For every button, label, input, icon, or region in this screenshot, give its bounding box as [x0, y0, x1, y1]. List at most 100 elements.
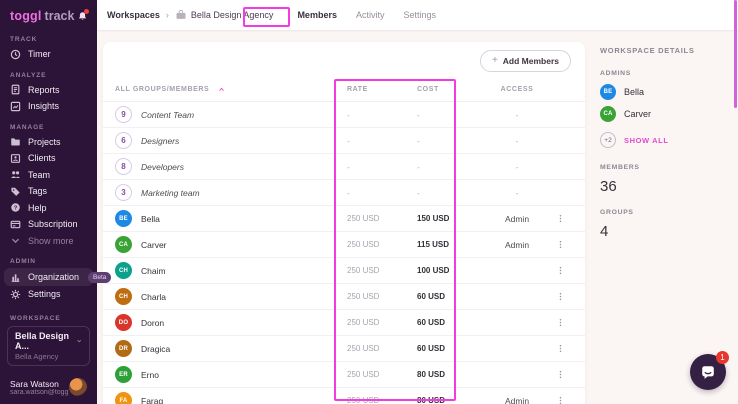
table-row-member-dragica[interactable]: DR Dragica 250 USD 60 USD — [103, 336, 585, 362]
sidebar-item-organization[interactable]: Organization Beta — [4, 268, 93, 286]
row-menu-kebab-icon[interactable] — [554, 315, 567, 330]
tab-activity[interactable]: Activity — [356, 10, 385, 20]
sidebar-item-clients[interactable]: Clients — [0, 150, 97, 167]
member-rate: 250 USD — [347, 396, 417, 404]
sidebar-item-label: Clients — [28, 153, 56, 163]
groups-count-label: GROUPS — [600, 209, 732, 216]
table-row-member-carver[interactable]: CA Carver 250 USD 115 USD Admin — [103, 232, 585, 258]
column-header-members[interactable]: ALL GROUPS/MEMBERS — [115, 86, 347, 93]
group-cost: - — [417, 136, 487, 146]
member-rate: 250 USD — [347, 318, 417, 327]
group-count-badge: 9 — [115, 106, 132, 123]
member-avatar: CA — [115, 236, 132, 253]
sidebar-item-label: Team — [28, 170, 50, 180]
sidebar-item-insights[interactable]: Insights — [0, 98, 97, 115]
sidebar-item-label: Insights — [28, 101, 59, 111]
workspace-selector-name: Bella Design A... — [15, 331, 72, 351]
briefcase-icon — [175, 9, 187, 21]
row-menu-kebab-icon[interactable] — [554, 367, 567, 382]
admins-label: ADMINS — [600, 70, 732, 77]
sidebar-item-label: Timer — [28, 49, 51, 59]
group-cost: - — [417, 162, 487, 172]
member-cost: 100 USD — [417, 266, 487, 275]
sidebar-item-label: Reports — [28, 85, 60, 95]
sidebar-item-reports[interactable]: Reports — [0, 82, 97, 99]
row-menu-kebab-icon[interactable] — [554, 263, 567, 278]
row-menu-kebab-icon[interactable] — [554, 393, 567, 404]
member-access: Admin — [487, 240, 547, 250]
sidebar-item-team[interactable]: Team — [0, 167, 97, 184]
admin-name: Bella — [624, 87, 644, 97]
sidebar-item-label: Show more — [28, 236, 74, 246]
settings-icon — [10, 289, 21, 300]
row-menu-kebab-icon[interactable] — [554, 289, 567, 304]
group-rate: - — [347, 110, 417, 120]
row-menu-kebab-icon[interactable] — [554, 211, 567, 226]
show-all-admins[interactable]: +2 SHOW ALL — [600, 132, 732, 148]
sidebar-item-subscription[interactable]: Subscription — [0, 216, 97, 233]
sidebar-item-settings[interactable]: Settings — [0, 286, 97, 303]
column-header-cost[interactable]: COST — [417, 86, 487, 93]
member-cost: 60 USD — [417, 292, 487, 301]
sidebar-item-tags[interactable]: Tags — [0, 183, 97, 200]
row-menu-kebab-icon[interactable] — [554, 237, 567, 252]
member-avatar: ER — [115, 366, 132, 383]
table-row-group-developers[interactable]: 8 Developers - - - — [103, 154, 585, 180]
table-row-member-charla[interactable]: CH Charla 250 USD 60 USD — [103, 284, 585, 310]
member-access: Admin — [487, 396, 547, 404]
admin-row-carver[interactable]: CA Carver — [600, 106, 732, 122]
user-menu[interactable]: Sara Watson sara.watson@toggl... — [10, 378, 87, 396]
chat-launcher-button[interactable]: 1 — [690, 354, 726, 390]
table-row-group-designers[interactable]: 6 Designers - - - — [103, 128, 585, 154]
sidebar-item-label: Subscription — [28, 219, 78, 229]
chat-notification-badge: 1 — [716, 351, 729, 364]
table-row-group-marketing-team[interactable]: 3 Marketing team - - - — [103, 180, 585, 206]
tab-settings[interactable]: Settings — [403, 10, 436, 20]
tags-icon — [10, 186, 21, 197]
timer-icon — [10, 49, 21, 60]
member-cost: 150 USD — [417, 214, 487, 223]
table-row-member-bella[interactable]: BE Bella 250 USD 150 USD Admin — [103, 206, 585, 232]
sidebar-bottom: WORKSPACE Bella Design A... Bella Agency… — [0, 315, 97, 404]
sidebar-item-projects[interactable]: Projects — [0, 134, 97, 151]
breadcrumb-workspaces-link[interactable]: Workspaces — [107, 10, 160, 20]
member-avatar: CH — [115, 288, 132, 305]
group-count-badge: 3 — [115, 184, 132, 201]
admin-avatar: BE — [600, 84, 616, 100]
app-logo[interactable]: toggl track — [0, 0, 97, 27]
workspace-selector[interactable]: Bella Design A... Bella Agency — [7, 326, 90, 366]
table-row-member-chaim[interactable]: CH Chaim 250 USD 100 USD — [103, 258, 585, 284]
sidebar: toggl track TRACK Timer ANALYZE Reports … — [0, 0, 97, 404]
section-label-track: TRACK — [0, 36, 97, 43]
table-row-member-erno[interactable]: ER Erno 250 USD 80 USD — [103, 362, 585, 388]
group-rate: - — [347, 188, 417, 198]
table-row-member-doron[interactable]: DO Doron 250 USD 60 USD — [103, 310, 585, 336]
sidebar-item-timer[interactable]: Timer — [0, 46, 97, 63]
tab-members[interactable]: Members — [297, 10, 337, 20]
table-row-group-content-team[interactable]: 9 Content Team - - - — [103, 102, 585, 128]
member-cost: 80 USD — [417, 396, 487, 404]
chevron-down-icon — [10, 235, 21, 246]
column-header-rate[interactable]: RATE — [347, 86, 417, 93]
chat-icon — [700, 364, 716, 380]
sidebar-item-help[interactable]: ? Help — [0, 200, 97, 217]
column-header-access[interactable]: ACCESS — [487, 86, 547, 93]
scrollbar-thumb[interactable] — [734, 0, 737, 108]
workspace-tabs: Members Activity Settings — [297, 10, 436, 20]
add-members-label: Add Members — [503, 56, 559, 66]
member-name: Doron — [141, 318, 164, 328]
table-row-member-farag[interactable]: FA Farag 250 USD 80 USD Admin — [103, 388, 585, 404]
admin-row-bella[interactable]: BE Bella — [600, 84, 732, 100]
member-name: Carver — [141, 240, 167, 250]
row-menu-kebab-icon[interactable] — [554, 341, 567, 356]
sidebar-item-show-more[interactable]: Show more — [0, 233, 97, 250]
user-email: sara.watson@toggl... — [10, 389, 69, 396]
member-name: Chaim — [141, 266, 166, 276]
projects-icon — [10, 136, 21, 147]
sidebar-item-label: Settings — [28, 289, 61, 299]
user-avatar — [69, 378, 87, 396]
group-access: - — [487, 110, 547, 120]
show-all-label: SHOW ALL — [624, 136, 669, 145]
notifications-bell-icon[interactable] — [77, 11, 88, 22]
add-members-button[interactable]: + Add Members — [480, 50, 571, 72]
